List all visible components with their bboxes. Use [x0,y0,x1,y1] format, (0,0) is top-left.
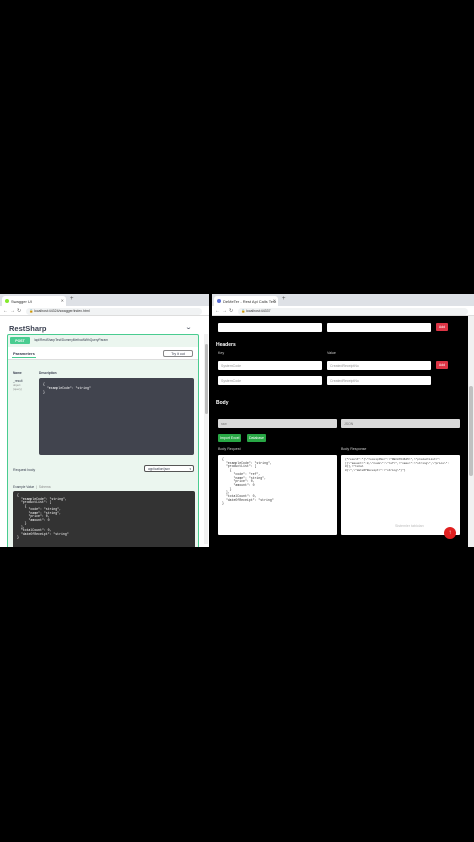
scrollbar[interactable] [468,316,474,547]
tab-example-value[interactable]: Example Value [13,485,34,489]
body-request-label: Body Request [218,447,241,451]
arrow-up-icon[interactable]: ↑ [444,527,456,539]
header-value-input[interactable]: CreatedReceiptNo [327,361,431,370]
url-text: localhost:44324/swagger/index.html [34,309,90,314]
back-icon[interactable]: ← [3,308,8,314]
forward-icon[interactable]: → [10,308,15,314]
url-field[interactable]: 🔒 localhost:44324/swagger/index.html [26,307,202,315]
scrollbar[interactable] [204,334,208,544]
body-response-label: Body Response [341,447,367,451]
example-value-code: { "exampleCode": "string", "productList"… [13,491,195,547]
tab-bar: DeMeTer - Rest Api Calls Test ✕ + [212,294,474,306]
request-body-label: Request body [13,468,36,472]
close-icon[interactable]: ✕ [273,298,276,303]
reload-icon[interactable]: ↻ [17,308,21,314]
new-tab-icon[interactable]: + [282,296,286,302]
operation-path[interactable]: /api/RestSharpTest/DummyMethodWithQueryP… [34,338,108,342]
tab-title: Swagger UI [11,299,32,304]
new-tab-icon[interactable]: + [70,296,74,302]
lock-icon: 🔒 [241,309,246,313]
body-request-textarea[interactable]: { "exampleCode": "string", "productList"… [218,455,337,535]
app-content: Add Headers Key Value SystemCode Created… [212,316,468,547]
browser-tab-app[interactable]: DeMeTer - Rest Api Calls Test ✕ [214,296,278,306]
add-param-button[interactable]: Add [436,323,448,331]
headers-title: Headers [216,342,236,348]
param-example-code: { "exampleCode": "string" } [39,378,194,455]
tab-title: DeMeTer - Rest Api Calls Test [223,299,277,304]
parameters-header: Parameters Try it out [8,347,198,360]
header-key-input[interactable]: SystemCode [218,376,322,385]
body-type-raw[interactable]: raw [218,419,337,428]
scrollbar-thumb[interactable] [469,386,473,476]
param-key-input[interactable] [218,323,322,332]
api-title: RestSharp [9,324,47,333]
import-excel-button[interactable]: Import Excel [218,434,242,442]
tab-underline [12,357,36,358]
app-favicon-icon [217,299,221,303]
footer-text: Sistemler tabloları [395,524,424,528]
header-key-input[interactable]: SystemCode [218,361,322,370]
reload-icon[interactable]: ↻ [229,308,233,314]
value-label: Value [327,351,336,355]
lock-icon: 🔒 [29,309,34,313]
swagger-browser-window: Swagger UI ✕ + ← → ↻ 🔒 localhost:44324/s… [0,294,209,547]
operation-block: POST /api/RestSharpTest/DummyMethodWithQ… [7,334,199,547]
chevron-down-icon: ▾ [189,467,191,471]
tab-schema[interactable]: Schema [39,485,51,489]
url-text: localhost:44337 [246,309,271,314]
param-info: _result object (query) [13,379,23,391]
body-response-textarea[interactable]: {"result":"{\"receiptNo\":\"REC8764645\"… [341,455,460,535]
tab-bar: Swagger UI ✕ + [0,294,209,306]
try-it-out-button[interactable]: Try it out [163,350,193,357]
example-tabs: Example Value | Schema [13,485,51,489]
scrollbar-thumb[interactable] [204,344,208,414]
column-name-header: Name [13,371,22,375]
back-icon[interactable]: ← [215,308,220,314]
url-field[interactable]: 🔒 localhost:44337 [238,307,468,315]
add-header-button[interactable]: Add [436,361,448,369]
column-description-header: Description [39,371,57,375]
app-browser-window: DeMeTer - Rest Api Calls Test ✕ + ← → ↻ … [212,294,474,547]
key-label: Key [218,351,225,355]
close-icon[interactable]: ✕ [61,298,64,303]
address-bar: ← → ↻ 🔒 localhost:44324/swagger/index.ht… [0,306,209,316]
swagger-favicon-icon [5,299,9,303]
body-title: Body [216,400,229,406]
header-value-input[interactable]: CreatedReceiptNo [327,376,431,385]
tab-separator: | [36,485,37,489]
database-button[interactable]: Database [247,434,266,442]
param-value-input[interactable] [327,323,431,332]
param-location: (query) [13,387,22,391]
address-bar: ← → ↻ 🔒 localhost:44337 [212,306,474,316]
body-type-json[interactable]: JSON [341,419,460,428]
content-type-value: application/json [148,467,170,471]
content-type-select[interactable]: application/json ▾ [144,465,194,472]
browser-tab-swagger[interactable]: Swagger UI ✕ [2,296,66,306]
chevron-down-icon[interactable]: ⌄ [185,324,192,331]
tab-parameters[interactable]: Parameters [13,351,35,356]
forward-icon[interactable]: → [222,308,227,314]
method-badge[interactable]: POST [10,337,30,344]
